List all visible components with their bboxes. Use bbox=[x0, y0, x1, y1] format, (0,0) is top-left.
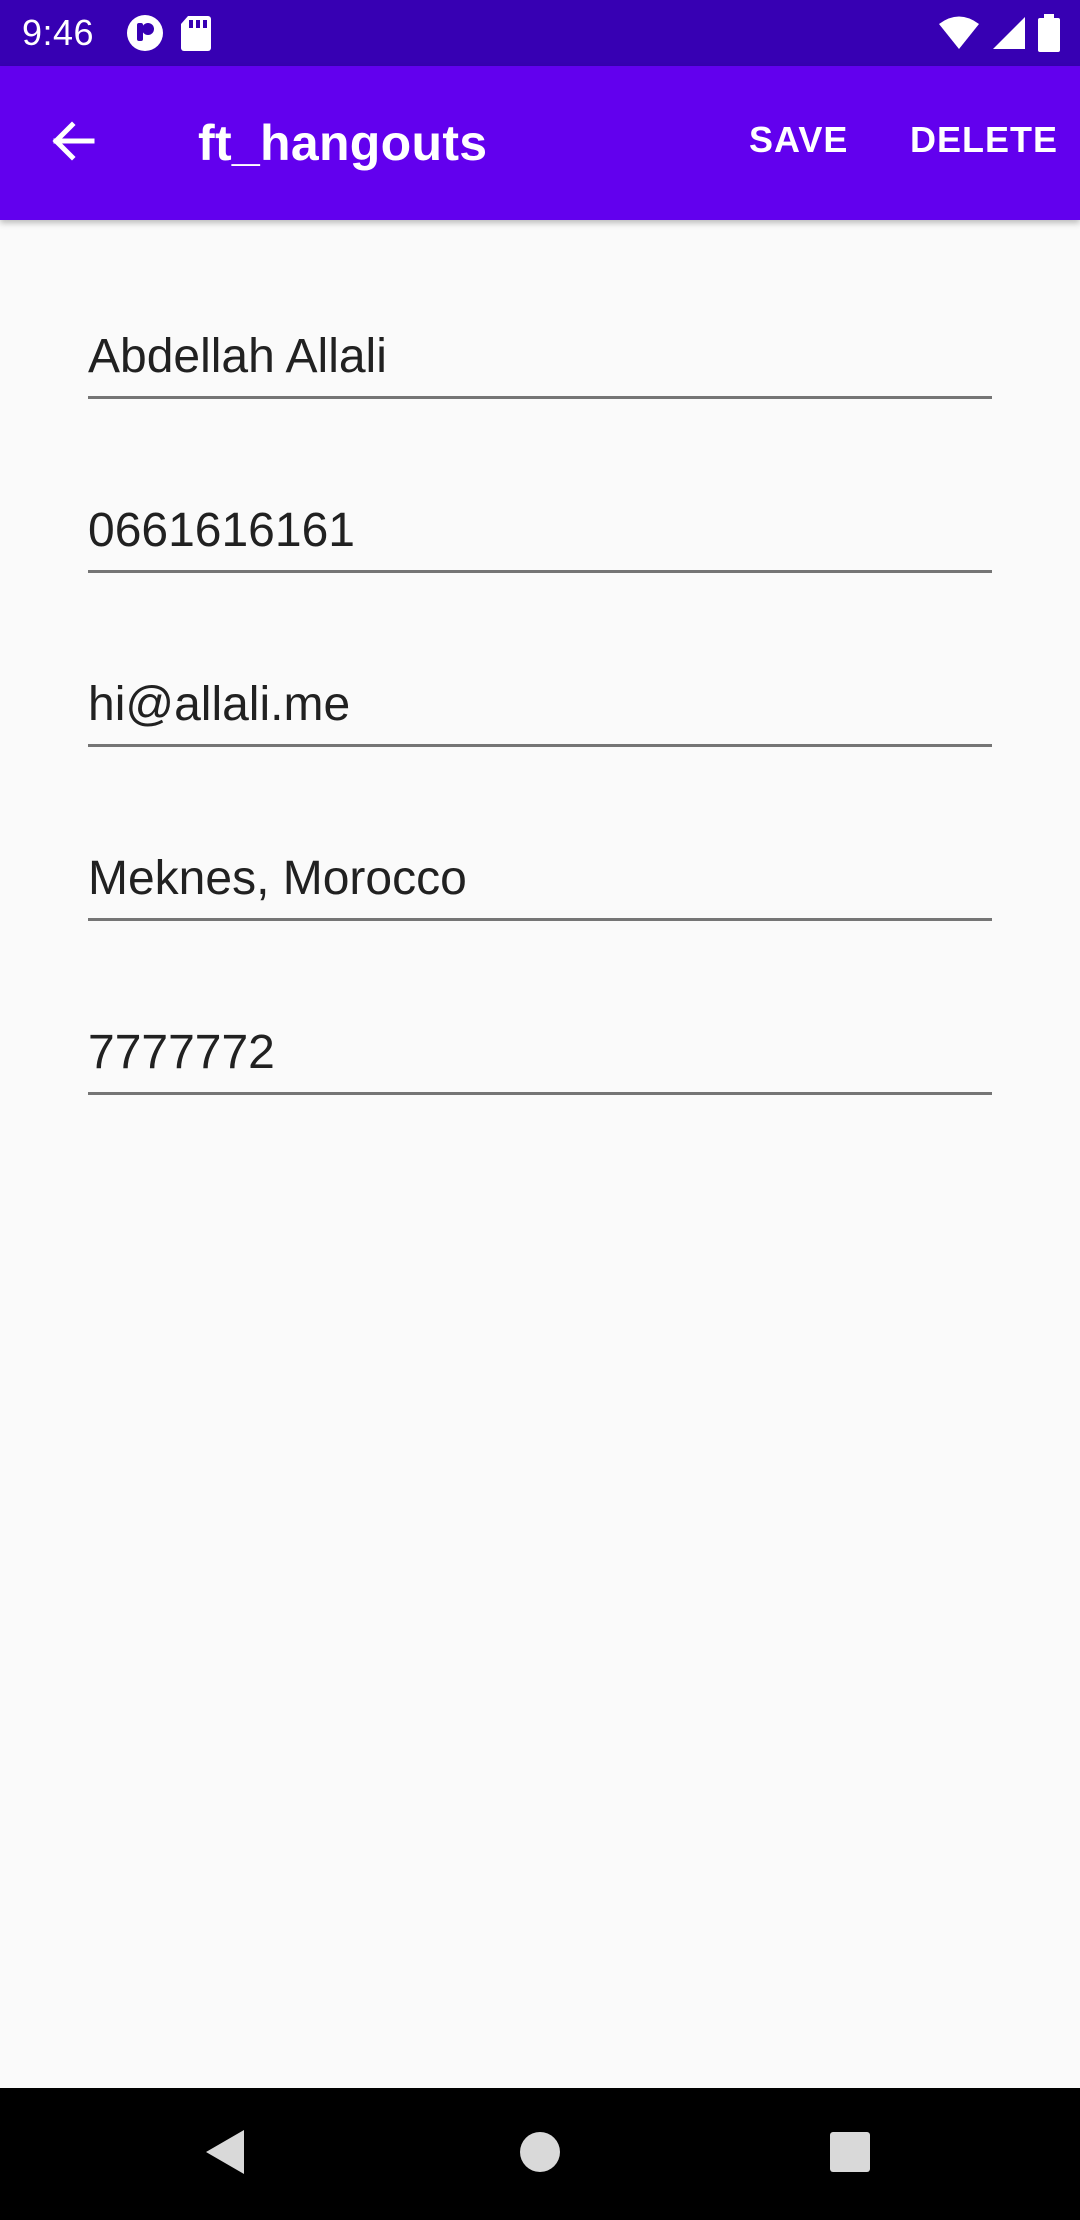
app-notification-icon bbox=[126, 14, 164, 57]
status-bar: 9:46 bbox=[0, 0, 1080, 66]
nav-back-button[interactable] bbox=[186, 2114, 266, 2194]
nav-recents-button[interactable] bbox=[810, 2114, 890, 2194]
back-button[interactable] bbox=[30, 101, 114, 185]
back-triangle-icon bbox=[202, 2127, 250, 2182]
sd-card-icon bbox=[180, 14, 212, 57]
extra-field[interactable]: 7777772 bbox=[88, 1015, 992, 1095]
status-right-icons bbox=[938, 14, 1060, 57]
signal-icon bbox=[992, 15, 1026, 56]
address-field[interactable]: Meknes, Morocco bbox=[88, 841, 992, 921]
name-field[interactable]: Abdellah Allali bbox=[88, 319, 992, 399]
navigation-bar bbox=[0, 2088, 1080, 2220]
wifi-icon bbox=[938, 15, 980, 56]
delete-button[interactable]: DELETE bbox=[910, 118, 1058, 162]
home-circle-icon bbox=[518, 2130, 562, 2179]
app-bar: ft_hangouts SAVE DELETE bbox=[0, 66, 1080, 220]
status-time: 9:46 bbox=[22, 12, 95, 53]
nav-home-button[interactable] bbox=[500, 2114, 580, 2194]
status-left-icons bbox=[126, 14, 212, 57]
email-field[interactable]: hi@allali.me bbox=[88, 667, 992, 747]
recents-square-icon bbox=[829, 2131, 871, 2178]
save-button[interactable]: SAVE bbox=[749, 118, 848, 162]
battery-icon bbox=[1038, 14, 1060, 57]
app-title: ft_hangouts bbox=[198, 115, 488, 171]
arrow-back-icon bbox=[48, 117, 96, 170]
phone-field[interactable]: 0661616161 bbox=[88, 493, 992, 573]
